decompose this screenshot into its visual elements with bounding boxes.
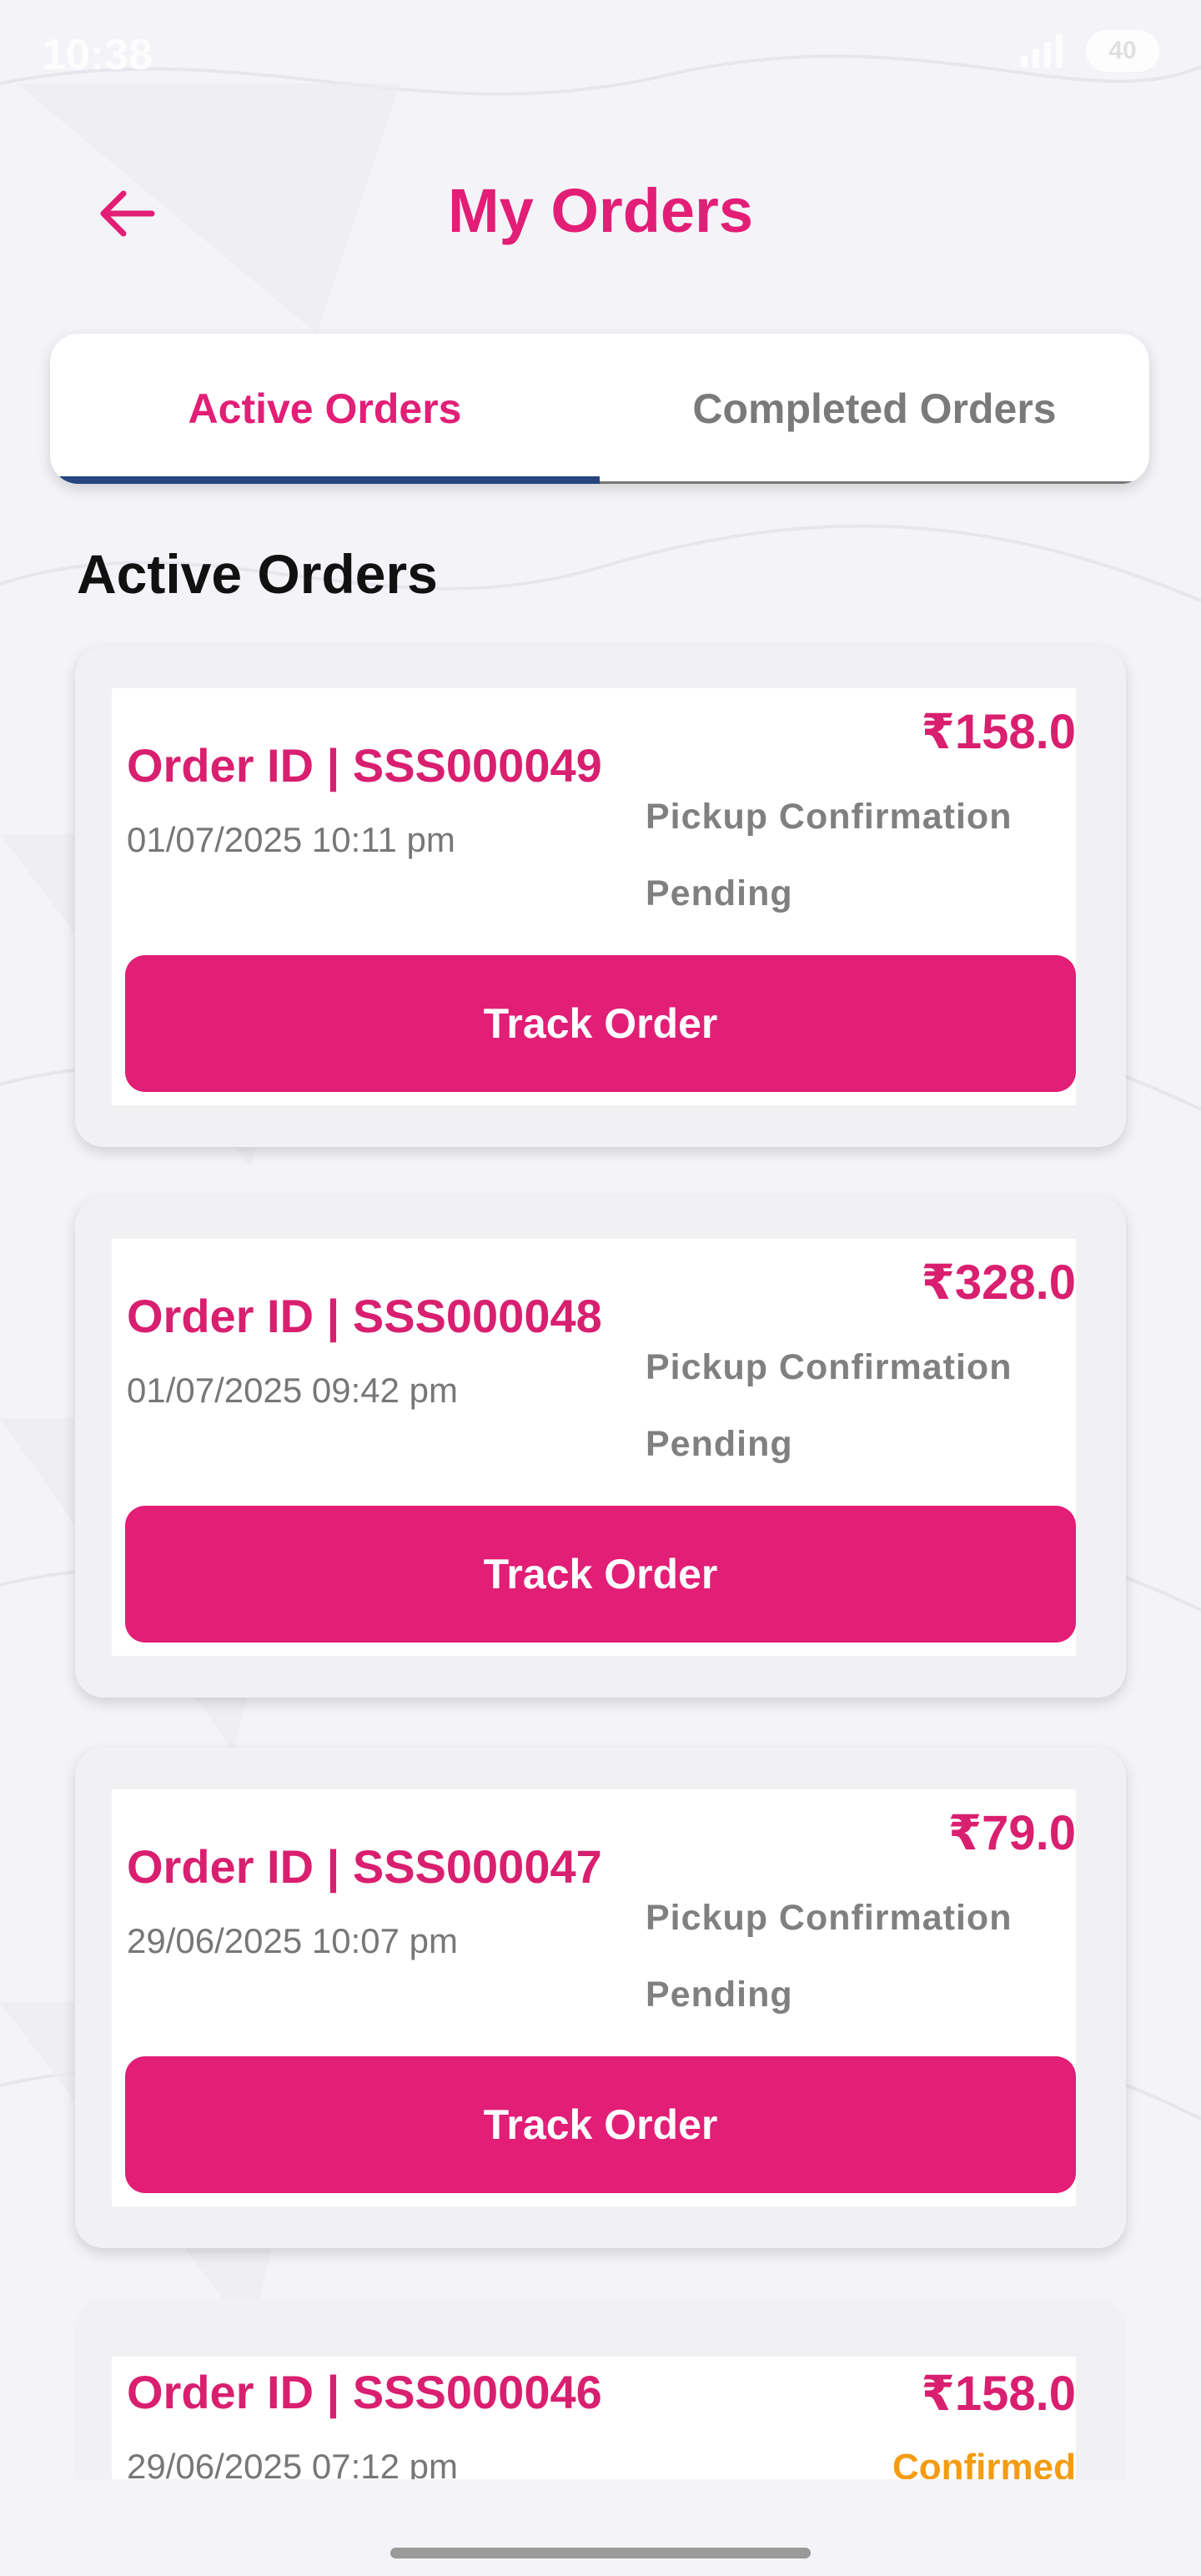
- order-status: Pickup Confirmation Pending: [646, 1898, 1013, 2015]
- order-card-body: ₹328.0 Order ID | SSS000048 01/07/2025 0…: [112, 1239, 1076, 1656]
- order-date: 29/06/2025 07:12 pm: [127, 2447, 458, 2482]
- order-date: 29/06/2025 10:07 pm: [127, 1921, 458, 1960]
- order-id: Order ID | SSS000048: [127, 1290, 602, 1342]
- order-date: 01/07/2025 10:11 pm: [127, 820, 455, 859]
- track-order-button[interactable]: Track Order: [125, 1506, 1076, 1643]
- battery-icon: 40: [1086, 30, 1159, 72]
- order-status: Confirmed: [892, 2447, 1076, 2482]
- tab-completed-orders[interactable]: Completed Orders: [600, 334, 1149, 484]
- status-bar: 10:38 40: [0, 0, 1201, 100]
- tab-active-orders[interactable]: Active Orders: [50, 334, 600, 484]
- order-tabs: Active Orders Completed Orders: [50, 334, 1149, 484]
- status-icons: 40: [1021, 30, 1159, 72]
- order-status: Pickup Confirmation Pending: [646, 1347, 1013, 1464]
- order-price: ₹158.0: [921, 2367, 1077, 2421]
- status-time: 10:38: [42, 31, 153, 79]
- app-header: My Orders: [0, 142, 1201, 275]
- bottom-nav-area: [0, 2479, 1201, 2576]
- order-card: ₹158.0 Order ID | SSS000046 29/06/2025 0…: [75, 2298, 1126, 2482]
- track-order-button[interactable]: Track Order: [125, 955, 1076, 1092]
- order-id: Order ID | SSS000046: [127, 2366, 602, 2418]
- order-price: ₹328.0: [921, 1255, 1077, 1310]
- order-card-body: ₹158.0 Order ID | SSS000046 29/06/2025 0…: [112, 2357, 1076, 2482]
- active-tab-indicator: [50, 476, 600, 484]
- order-card-body: ₹158.0 Order ID | SSS000049 01/07/2025 1…: [112, 688, 1076, 1105]
- home-indicator[interactable]: [390, 2548, 811, 2558]
- tab-divider: [600, 481, 1149, 484]
- signal-icon: [1021, 31, 1071, 72]
- section-title: Active Orders: [77, 543, 438, 605]
- page-title: My Orders: [447, 176, 754, 245]
- track-order-button[interactable]: Track Order: [125, 2056, 1076, 2193]
- order-id: Order ID | SSS000049: [127, 739, 602, 792]
- order-card: ₹158.0 Order ID | SSS000049 01/07/2025 1…: [75, 647, 1126, 1147]
- order-price: ₹158.0: [921, 705, 1077, 759]
- order-card-body: ₹79.0 Order ID | SSS000047 29/06/2025 10…: [112, 1789, 1076, 2206]
- order-price: ₹79.0: [947, 1806, 1076, 1860]
- order-id: Order ID | SSS000047: [127, 1840, 602, 1893]
- order-card: ₹79.0 Order ID | SSS000047 29/06/2025 10…: [75, 1748, 1126, 2248]
- order-card: ₹328.0 Order ID | SSS000048 01/07/2025 0…: [75, 1197, 1126, 1698]
- order-date: 01/07/2025 09:42 pm: [127, 1371, 458, 1410]
- order-status: Pickup Confirmation Pending: [646, 797, 1013, 913]
